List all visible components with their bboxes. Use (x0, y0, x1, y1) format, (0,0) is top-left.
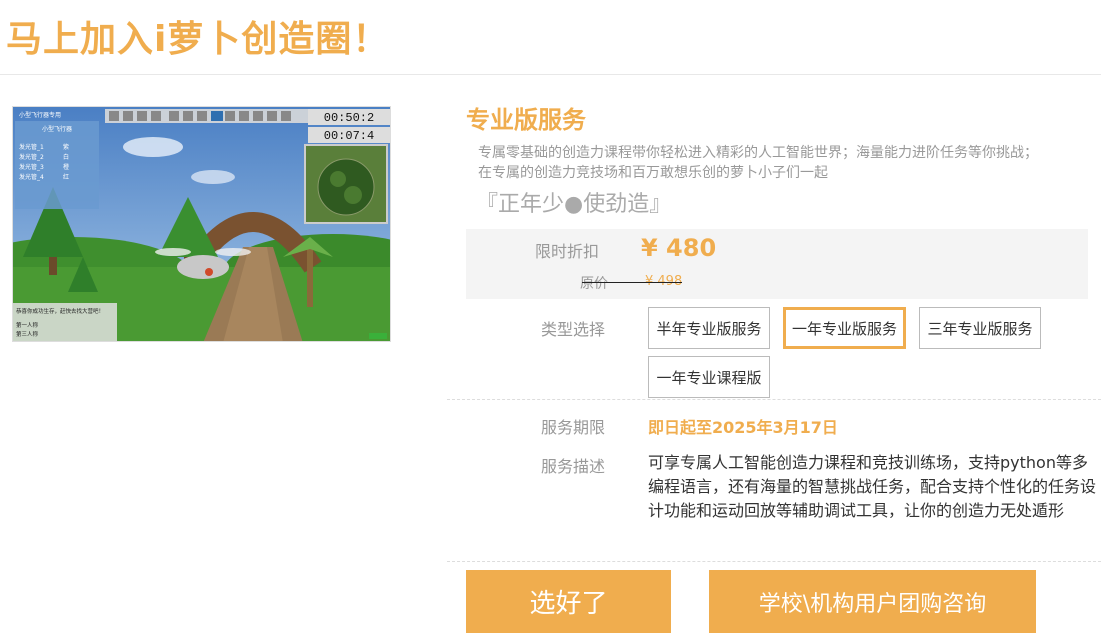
product-title: 专业版服务 (466, 106, 586, 134)
item-label: 发光管_4 (19, 173, 44, 181)
desc-line-1: 专属零基础的创造力课程带你轻松进入精彩的人工智能世界；海量能力进阶任务等你挑战； (478, 145, 1038, 161)
option-one-year[interactable]: 一年专业版服务 (783, 307, 906, 349)
divider (447, 561, 1101, 562)
panel-title: 小型飞行器 (42, 125, 72, 133)
desc-line-2: 在专属的创造力竞技场和百万敢想乐创的萝卜小子们一起 (478, 165, 828, 181)
item-value: 橙 (63, 163, 69, 171)
hud-timer-2: 00:07:4 (324, 129, 374, 143)
option-one-year-course[interactable]: 一年专业课程版 (648, 356, 770, 398)
confirm-button[interactable]: 选好了 (466, 570, 671, 633)
service-description-label: 服务描述 (541, 457, 606, 476)
header-divider (0, 74, 1101, 75)
footer-line: 第一人称 (16, 321, 39, 329)
hud-timer-1: 00:50:2 (324, 111, 374, 125)
discount-price: ¥ 480 (641, 234, 717, 262)
group-purchase-button[interactable]: 学校\机构用户团购咨询 (709, 570, 1036, 633)
term-value: 即日起至2025年3月17日 (648, 418, 838, 437)
divider (447, 399, 1101, 400)
discount-label: 限时折扣 (535, 242, 600, 261)
dialog-text: 恭喜你成功生存，赶快去找大营吧！ (16, 307, 104, 315)
original-price-strikethrough (582, 282, 682, 283)
item-label: 发光管_3 (19, 163, 44, 171)
item-label: 发光管_2 (19, 153, 44, 161)
product-preview-image: 00:50:2 00:07:4 小型飞行器专用 小型飞行器 发光管_1 紫 发光… (12, 106, 391, 342)
item-value: 红 (63, 173, 69, 181)
type-label: 类型选择 (541, 320, 606, 339)
product-description: 专属零基础的创造力课程带你轻松进入精彩的人工智能世界；海量能力进阶任务等你挑战；… (478, 143, 1078, 183)
term-label: 服务期限 (541, 418, 606, 437)
item-label: 发光管_1 (19, 143, 44, 151)
svg-text:小型飞行器专用: 小型飞行器专用 (19, 111, 61, 119)
footer-line: 第三人称 (16, 330, 39, 338)
product-slogan: 『正年少●使劲造』 (476, 192, 672, 217)
option-three-year[interactable]: 三年专业版服务 (919, 307, 1041, 349)
service-description: 可享专属人工智能创造力课程和竞技训练场，支持python等多编程语言，还有海量的… (648, 453, 1097, 520)
page-headline: 马上加入i萝卜创造圈！ (6, 19, 390, 60)
option-half-year[interactable]: 半年专业版服务 (648, 307, 770, 349)
item-value: 紫 (63, 143, 69, 151)
item-value: 白 (63, 153, 69, 161)
original-price-label: 原价 (580, 276, 608, 292)
